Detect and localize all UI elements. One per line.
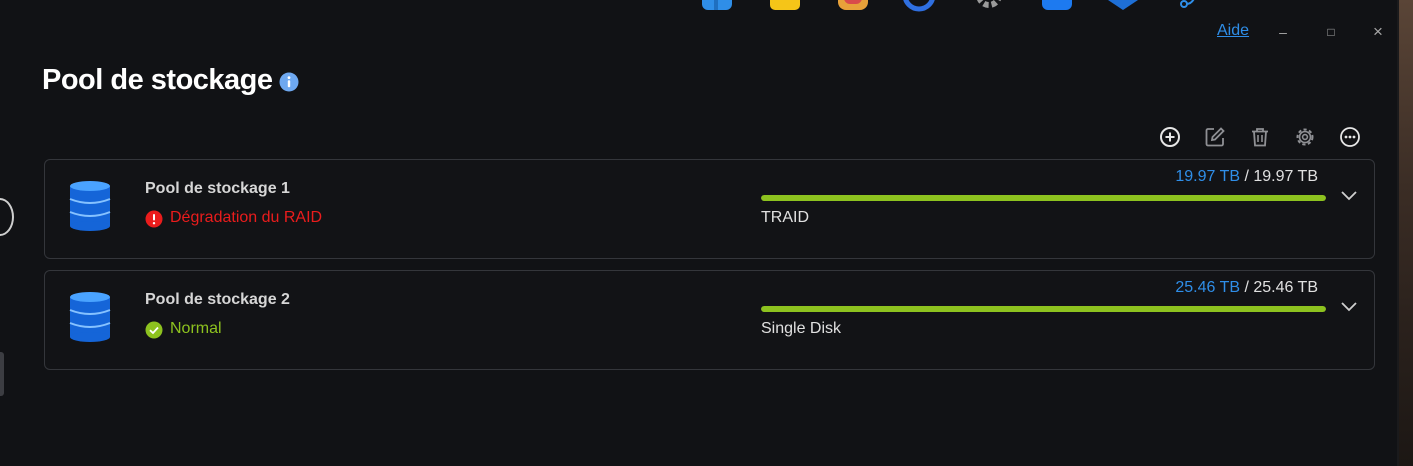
gear-icon[interactable]: [1293, 125, 1317, 149]
pool-name: Pool de stockage 1: [145, 180, 290, 197]
page-title: Pool de stockage: [42, 64, 273, 96]
usage-bar-fill: [761, 195, 1326, 201]
usage-bar-fill: [761, 306, 1326, 312]
database-icon: [69, 181, 111, 231]
app-icon-blue[interactable]: [700, 0, 734, 12]
used-capacity: 25.46 TB: [1175, 279, 1241, 296]
more-icon[interactable]: [1338, 125, 1362, 149]
trash-icon[interactable]: [1248, 125, 1272, 149]
capacity-separator: /: [1240, 279, 1254, 296]
pool-card[interactable]: Pool de stockage 2 Normal 25.46 TB / 25.…: [44, 270, 1375, 370]
capacity-readout: 25.46 TB / 25.46 TB: [1175, 279, 1318, 297]
chevron-down-icon[interactable]: [1338, 295, 1360, 317]
side-handle[interactable]: [0, 198, 14, 236]
check-circle-icon: [145, 321, 163, 339]
help-link[interactable]: Aide: [1217, 22, 1249, 40]
status-text: Normal: [170, 320, 222, 337]
edit-icon[interactable]: [1203, 125, 1227, 149]
storage-manager-window: Aide – □ × Pool de stockage Pool de stoc…: [0, 0, 1413, 466]
capacity-separator: /: [1240, 168, 1254, 185]
gear-app-icon[interactable]: [972, 0, 1006, 12]
desktop-wallpaper-edge: [1397, 0, 1413, 466]
close-button[interactable]: ×: [1368, 22, 1388, 42]
app-icon-ring[interactable]: [902, 0, 936, 12]
app-icon-blue-square[interactable]: [1040, 0, 1074, 12]
minimize-button[interactable]: –: [1273, 22, 1293, 42]
raid-type: Single Disk: [761, 320, 842, 337]
capacity-readout: 19.97 TB / 19.97 TB: [1175, 168, 1318, 186]
total-capacity: 19.97 TB: [1253, 168, 1318, 185]
pool-name: Pool de stockage 2: [145, 291, 290, 308]
side-tab[interactable]: [0, 352, 4, 396]
error-icon: [145, 210, 163, 228]
usage-bar: [761, 306, 1326, 312]
database-icon: [69, 292, 111, 342]
pool-card[interactable]: Pool de stockage 1 Dégradation du RAID 1…: [44, 159, 1375, 259]
usage-bar: [761, 195, 1326, 201]
total-capacity: 25.46 TB: [1253, 279, 1318, 296]
raid-type: TRAID: [761, 209, 809, 226]
chevron-down-icon[interactable]: [1338, 184, 1360, 206]
maximize-button[interactable]: □: [1321, 22, 1341, 42]
used-capacity: 19.97 TB: [1175, 168, 1241, 185]
app-icon-yellow[interactable]: [768, 0, 802, 12]
info-icon[interactable]: [279, 72, 299, 92]
app-icon-multicolor[interactable]: [836, 0, 870, 12]
app-icon-shield[interactable]: [1106, 0, 1140, 12]
add-circle-icon[interactable]: [1158, 125, 1182, 149]
app-icon-network[interactable]: [1172, 0, 1206, 12]
status-text: Dégradation du RAID: [170, 209, 323, 226]
